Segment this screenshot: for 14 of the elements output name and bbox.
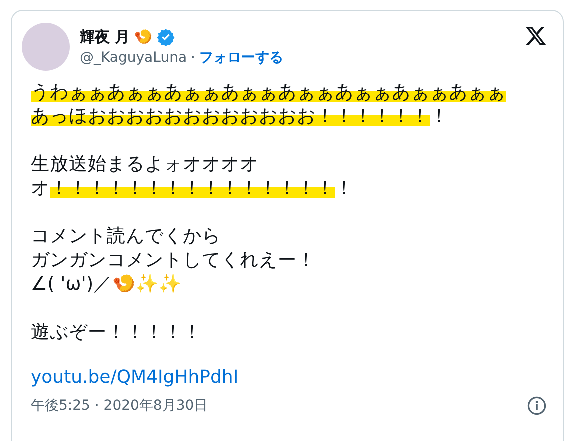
tweet-text-line: ガンガンコメントしてくれえー！ [31, 249, 317, 273]
x-logo-icon[interactable] [525, 25, 547, 47]
video-link[interactable]: youtu.be/QM4IgHhPdhI [31, 367, 239, 388]
author-name[interactable]: 輝夜 月 [80, 28, 130, 46]
tweet-text-line: 遊ぶぞー！！！！！ [31, 321, 203, 345]
timestamp[interactable]: 午後5:25 · 2020年8月30日 [31, 397, 208, 415]
tweet-text-line: 生放送始まるよォオオオオ [31, 153, 260, 177]
name-emoji: 🍤 [134, 28, 154, 46]
separator-dot: · [191, 50, 196, 66]
author-handle[interactable]: @_KaguyaLuna [80, 50, 188, 66]
tweet-text-line: コメント読んでくから [31, 225, 222, 249]
info-icon[interactable] [527, 396, 547, 416]
tweet-text-line: ∠( 'ω')／🍤✨✨ [31, 273, 183, 297]
follow-link[interactable]: フォローする [199, 48, 284, 66]
